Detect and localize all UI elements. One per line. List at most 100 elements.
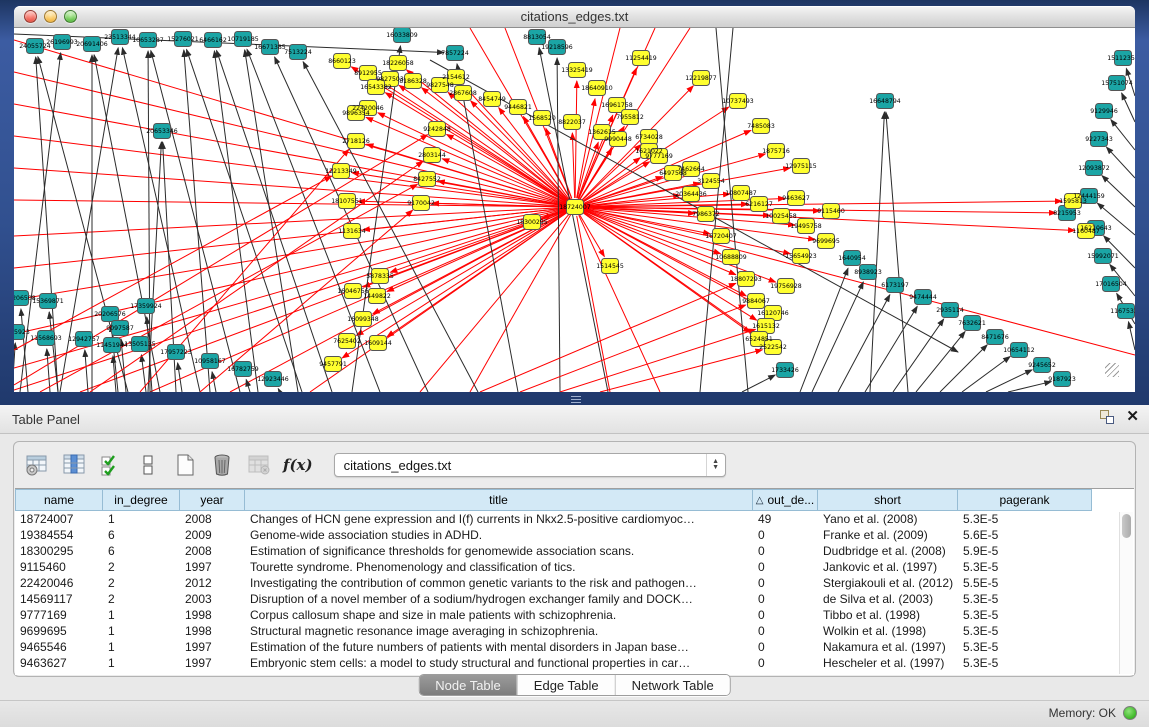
graph-node-label: 6216127	[745, 201, 773, 208]
graph-node-label: 15112358	[1107, 55, 1135, 62]
graph-node-label: 7986372	[692, 211, 720, 218]
column-header-pagerank[interactable]: pagerank	[958, 489, 1092, 511]
table-row[interactable]: 1456911722003Disruption of a novel membe…	[15, 591, 1134, 607]
table-panel: Table Panel ✕ f(x) citations_edges.txt ▲…	[0, 405, 1149, 727]
canvas-resize-grip[interactable]	[1105, 363, 1119, 377]
table-cell: 9465546	[15, 639, 103, 655]
function-builder-icon[interactable]: f(x)	[283, 456, 313, 474]
float-panel-icon[interactable]	[1100, 410, 1114, 424]
graph-node-label: 9446821	[504, 104, 532, 111]
table-source-dropdown[interactable]: citations_edges.txt ▲▼	[334, 453, 726, 477]
table-scrollbar-thumb[interactable]	[1122, 514, 1131, 538]
table-cell: 2009	[180, 527, 245, 543]
table-cell: 5.3E-5	[958, 607, 1092, 623]
graph-node-label: 18226058	[382, 60, 414, 67]
graph-node-label: 16099348	[347, 316, 379, 323]
network-window-titlebar[interactable]: citations_edges.txt	[14, 6, 1135, 28]
graph-node-label: 12923446	[257, 376, 289, 383]
column-header-year[interactable]: year	[180, 489, 245, 511]
table-cell: 1	[103, 623, 180, 639]
graph-node-label: 3915923	[14, 329, 30, 336]
graph-node-label: 8938923	[854, 269, 882, 276]
network-canvas[interactable]: 2405572426196993206914062351334410653287…	[14, 28, 1135, 392]
tab-node-table[interactable]: Node Table	[419, 675, 517, 695]
graph-node-label: 15751074	[1101, 80, 1133, 87]
graph-node-label: 9699695	[812, 238, 840, 245]
delete-icon[interactable]	[209, 452, 235, 478]
table-cell: 2012	[180, 575, 245, 591]
graph-node-label: 19756928	[770, 283, 802, 290]
table-row[interactable]: 1830029562008Estimation of significance …	[15, 543, 1134, 559]
graph-node-label: 17016504	[1095, 281, 1127, 288]
table-cell: 1997	[180, 639, 245, 655]
column-header-title[interactable]: title	[245, 489, 753, 511]
graph-node-label: 1514545	[596, 263, 624, 270]
graph-node-label: 15992071	[1087, 253, 1119, 260]
table-row[interactable]: 946362711997Embryonic stem cells: a mode…	[15, 655, 1134, 671]
graph-node-label: 16720407	[705, 233, 737, 240]
citation-network-graph[interactable]: 2405572426196993206914062351334410653287…	[14, 28, 1135, 392]
column-header-in-degree[interactable]: in_degree	[103, 489, 180, 511]
table-column-icon[interactable]	[61, 452, 87, 478]
memory-ok-indicator[interactable]	[1123, 706, 1137, 720]
table-row[interactable]: 969969511998Structural magnetic resonanc…	[15, 623, 1134, 639]
graph-node-label: 7857224	[441, 50, 469, 57]
graph-node-label: 1609144	[364, 340, 392, 347]
column-header-out-de-[interactable]: △out_de...	[753, 489, 818, 511]
graph-node-label: 12975115	[785, 163, 817, 170]
graph-node-label: 18640910	[581, 85, 613, 92]
table-cell: Investigating the contribution of common…	[245, 575, 753, 591]
select-rows-icon[interactable]	[98, 452, 124, 478]
graph-node-label: 7955812	[616, 114, 644, 121]
table-cell: 0	[753, 639, 818, 655]
table-cell: 2008	[180, 511, 245, 527]
graph-node-label: 6734028	[635, 134, 663, 141]
graph-node-label: 16782759	[227, 366, 259, 373]
new-file-icon[interactable]	[172, 452, 198, 478]
graph-node-label: 1615132	[752, 323, 780, 330]
graph-node-label: 7625402	[333, 338, 361, 345]
table-row[interactable]: 2242004622012Investigating the contribut…	[15, 575, 1134, 591]
table-settings-icon[interactable]	[24, 452, 50, 478]
table-toolbar: f(x) citations_edges.txt ▲▼	[24, 448, 726, 482]
graph-node-label: 26196993	[46, 39, 78, 46]
pane-splitter-handle[interactable]	[571, 396, 581, 403]
graph-node-label: 1131634	[338, 228, 366, 235]
table-cell: 1	[103, 607, 180, 623]
table-scrollbar[interactable]	[1119, 512, 1133, 674]
graph-node-label: 9170042	[407, 200, 435, 207]
table-cell: 49	[753, 511, 818, 527]
column-header-short[interactable]: short	[818, 489, 958, 511]
table-cell: Nakamura et al. (1997)	[818, 639, 958, 655]
graph-node-label: 15276021	[167, 36, 199, 43]
table-cell: 5.3E-5	[958, 639, 1092, 655]
graph-node-label: 8215953	[1053, 210, 1081, 217]
table-row[interactable]: 911546021997Tourette syndrome. Phenomeno…	[15, 559, 1134, 575]
row-height-icon[interactable]	[135, 452, 161, 478]
graph-node-label: 18724007	[559, 204, 591, 211]
graph-node-label: 1568520	[528, 115, 556, 122]
table-row[interactable]: 1938455462009Genome-wide association stu…	[15, 527, 1134, 543]
graph-node-label: 9242848	[423, 126, 451, 133]
graph-node-label: 8427552	[413, 176, 441, 183]
table-row[interactable]: 1872400712008Changes of HCN gene express…	[15, 511, 1134, 527]
graph-node-label: 16120746	[757, 310, 789, 317]
table-cell: Estimation of the future numbers of pati…	[245, 639, 753, 655]
table-cell: 18300295	[15, 543, 103, 559]
table-row[interactable]: 977716911998Corpus callosum shape and si…	[15, 607, 1134, 623]
graph-node-label: 12219877	[685, 75, 717, 82]
table-cell: 5.3E-5	[958, 559, 1092, 575]
graph-node-label: 7632621	[958, 320, 986, 327]
graph-node-label: 15654923	[785, 253, 817, 260]
tab-network-table[interactable]: Network Table	[615, 675, 730, 695]
graph-node-label: 11675334	[1110, 308, 1135, 315]
table-row[interactable]: 946554611997Estimation of the future num…	[15, 639, 1134, 655]
tab-edge-table[interactable]: Edge Table	[517, 675, 615, 695]
network-window-frame: citations_edges.txt 24055724261969932069…	[0, 0, 1149, 405]
disabled-table-icon[interactable]	[246, 452, 272, 478]
node-table: namein_degreeyeartitle△out_de...shortpag…	[15, 488, 1134, 675]
table-cell: 1997	[180, 655, 245, 671]
graph-node-label: 10653287	[132, 37, 164, 44]
column-header-name[interactable]: name	[15, 489, 103, 511]
close-panel-icon[interactable]: ✕	[1126, 410, 1139, 424]
